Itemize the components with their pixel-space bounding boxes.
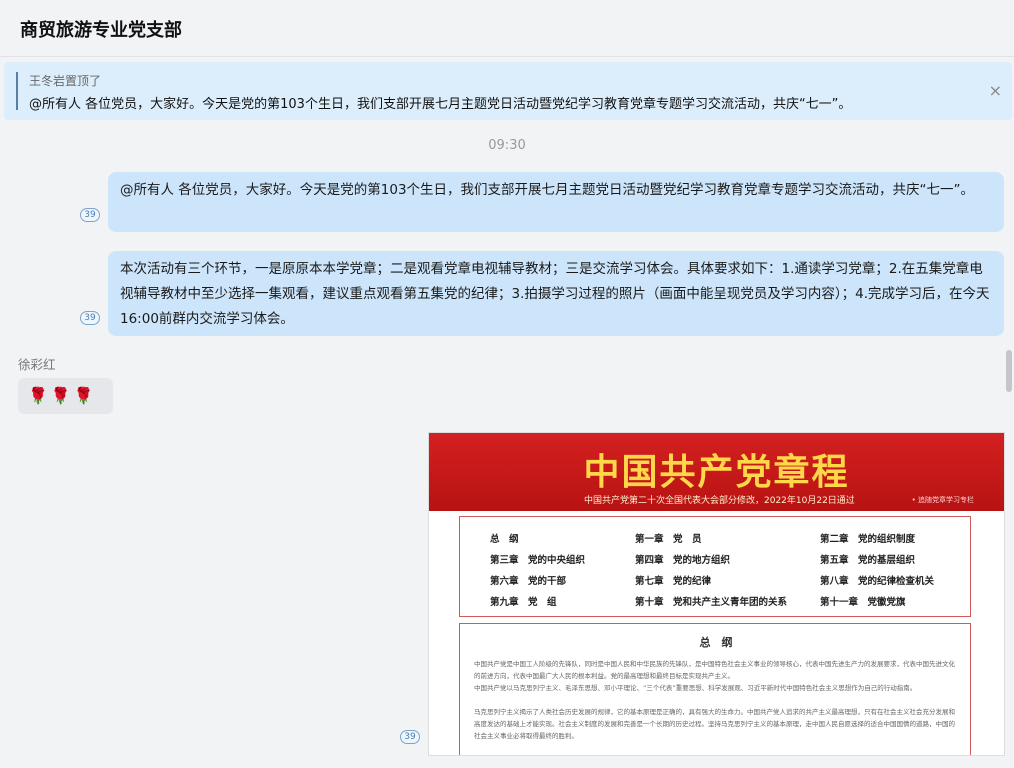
pin-accent-bar xyxy=(16,72,18,110)
read-count-badge[interactable]: 39 xyxy=(80,311,100,325)
toc-item: 第六章 党的干部 xyxy=(490,576,567,587)
read-count-badge[interactable]: 39 xyxy=(400,730,420,744)
toc-item: 第八章 党的纪律检查机关 xyxy=(820,576,935,587)
chat-header: 商贸旅游专业党支部 xyxy=(0,0,1014,57)
pinned-message-banner[interactable]: 王冬岩置顶了 @所有人 各位党员，大家好。今天是党的第103个生日，我们支部开展… xyxy=(4,62,1012,120)
emoji-message[interactable]: 🌹🌹🌹 xyxy=(18,378,113,414)
chat-title: 商贸旅游专业党支部 xyxy=(20,20,182,41)
toc-item: 第四章 党的地方组织 xyxy=(635,555,731,566)
table-of-contents: 总 纲 第一章 党 员 第二章 党的组织制度 第三章 党的中央组织 第四章 党的… xyxy=(459,516,971,617)
body-paragraph: 马克思列宁主义揭示了人类社会历史发展的规律，它的基本原理是正确的，具有强大的生命… xyxy=(474,708,955,740)
document-banner: 中国共产党章程 中国共产党第二十次全国代表大会部分修改，2022年10月22日通… xyxy=(429,433,1004,511)
section-title: 总 纲 xyxy=(699,636,733,649)
read-count-badge[interactable]: 39 xyxy=(80,208,100,222)
pinned-message-text[interactable]: @所有人 各位党员，大家好。今天是党的第103个生日，我们支部开展七月主题党日活… xyxy=(29,93,851,112)
scrollbar-thumb[interactable] xyxy=(1006,350,1012,392)
message-timestamp: 09:30 xyxy=(488,138,526,153)
image-message-party-constitution[interactable]: 中国共产党章程 中国共产党第二十次全国代表大会部分修改，2022年10月22日通… xyxy=(428,432,1005,756)
toc-item: 第一章 党 员 xyxy=(635,534,702,545)
body-paragraph: 中国共产党是中国工人阶级的先锋队，同时是中国人民和中华民族的先锋队，是中国特色社… xyxy=(474,660,955,680)
message-bubble[interactable]: @所有人 各位党员，大家好。今天是党的第103个生日，我们支部开展七月主题党日活… xyxy=(108,172,1004,232)
toc-item: 第二章 党的组织制度 xyxy=(820,534,916,545)
toc-item: 第三章 党的中央组织 xyxy=(490,555,586,566)
body-paragraph: 中国共产党以马克思列宁主义、毛泽东思想、邓小平理论、“三个代表”重要思想、科学发… xyxy=(474,684,917,692)
toc-item: 第十一章 党徽党旗 xyxy=(820,597,906,608)
toc-item: 总 纲 xyxy=(490,534,519,545)
message-text: 本次活动有三个环节，一是原原本本学党章；二是观看党章电视辅导教材；三是交流学习体… xyxy=(120,261,990,327)
document-subtitle: 中国共产党第二十次全国代表大会部分修改，2022年10月22日通过 xyxy=(584,496,855,506)
toc-item: 第七章 党的纪律 xyxy=(635,576,712,587)
message-bubble[interactable]: 本次活动有三个环节，一是原原本本学党章；二是观看党章电视辅导教材；三是交流学习体… xyxy=(108,251,1004,336)
close-icon[interactable]: × xyxy=(989,81,1002,100)
sender-name: 徐彩红 xyxy=(18,357,56,372)
pinned-by-label: 王冬岩置顶了 xyxy=(29,74,102,88)
message-text: @所有人 各位党员，大家好。今天是党的第103个生日，我们支部开展七月主题党日活… xyxy=(120,182,975,198)
toc-item: 第十章 党和共产主义青年团的关系 xyxy=(635,597,788,608)
document-body: 总 纲 中国共产党是中国工人阶级的先锋队，同时是中国人民和中华民族的先锋队，是中… xyxy=(459,623,971,755)
document-title: 中国共产党章程 xyxy=(583,451,850,493)
toc-item: 第九章 党 组 xyxy=(490,597,557,608)
toc-item: 第五章 党的基层组织 xyxy=(820,555,916,566)
document-source: • 追随党章学习专栏 xyxy=(911,496,974,504)
